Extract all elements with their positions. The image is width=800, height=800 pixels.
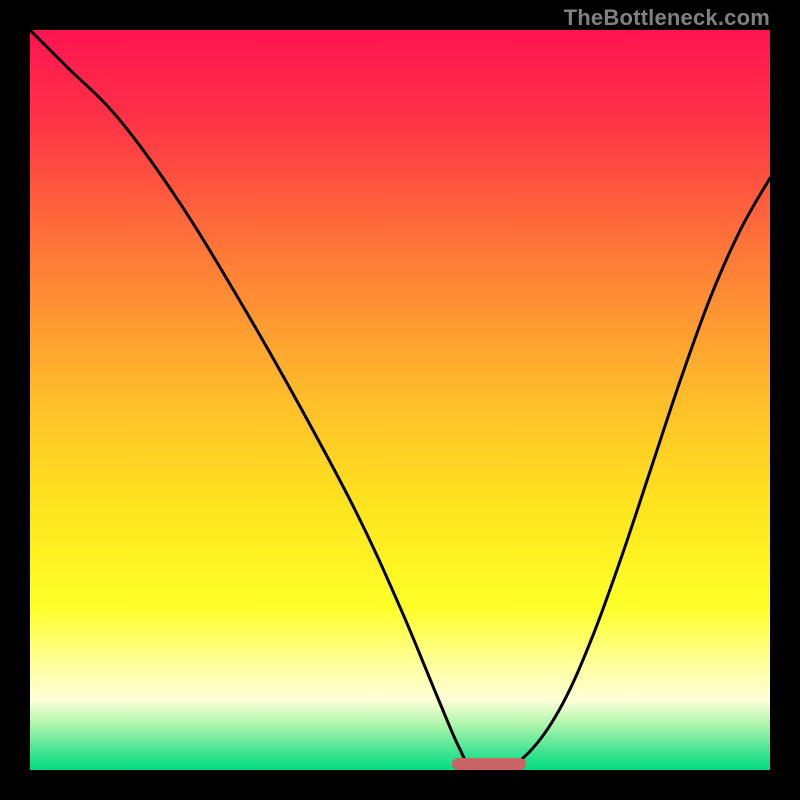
watermark-text: TheBottleneck.com xyxy=(564,5,770,31)
chart-frame: TheBottleneck.com xyxy=(0,0,800,800)
bottleneck-curve xyxy=(30,30,770,770)
plot-area xyxy=(30,30,770,770)
curve-layer xyxy=(30,30,770,770)
optimal-range-marker xyxy=(452,758,526,770)
